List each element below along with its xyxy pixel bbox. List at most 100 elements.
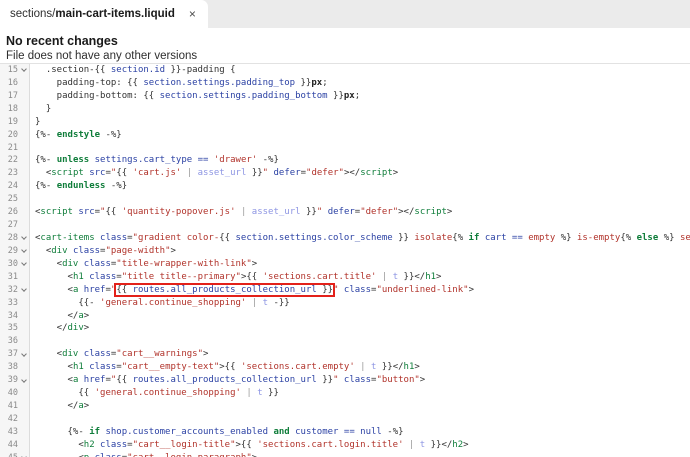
code-line[interactable]: 42 bbox=[0, 413, 690, 426]
line-number: 24 bbox=[7, 181, 18, 192]
code-token: px bbox=[343, 90, 355, 101]
code-line[interactable]: 37 <div class="cart__warnings"> bbox=[0, 348, 690, 361]
code-token: "title title--primary" bbox=[121, 271, 241, 282]
code-line[interactable]: 26 <script src="{{ 'quantity-popover.js' … bbox=[0, 206, 690, 219]
code-token: < bbox=[35, 362, 73, 373]
code-line-text: <div class="cart__warnings"> bbox=[30, 348, 209, 361]
code-line-text: <cart-items class="gradient color-{{ sec… bbox=[30, 232, 690, 245]
code-line[interactable]: 28 <cart-items class="gradient color-{{ s… bbox=[0, 232, 690, 245]
fold-chevron-icon[interactable] bbox=[18, 64, 30, 77]
close-icon[interactable]: × bbox=[189, 8, 196, 20]
code-line[interactable]: 33 {{- 'general.continue_shopping' | t -… bbox=[0, 297, 690, 310]
code-line[interactable]: 35 </div> bbox=[0, 322, 690, 335]
tab-file-name: main-cart-items.liquid bbox=[55, 8, 175, 20]
code-line[interactable]: 27 bbox=[0, 219, 690, 232]
code-line[interactable]: 19} bbox=[0, 116, 690, 129]
line-number: 39 bbox=[7, 375, 18, 386]
code-line[interactable]: 25 bbox=[0, 193, 690, 206]
code-line[interactable]: 23 <script src="{{ 'cart.js' | asset_url… bbox=[0, 167, 690, 180]
line-number: 38 bbox=[7, 362, 18, 373]
code-line[interactable]: 38 <h1 class="cart__empty-text">{{ 'sect… bbox=[0, 361, 690, 374]
code-line[interactable]: 20 {%- endstyle -%} bbox=[0, 129, 690, 142]
fold-chevron-icon[interactable] bbox=[18, 452, 30, 457]
code-line-text: </a> bbox=[30, 310, 90, 323]
code-line[interactable]: 41 </a> bbox=[0, 400, 690, 413]
code-token: 'sections.cart.title' bbox=[262, 271, 377, 282]
code-token: {%- bbox=[35, 155, 57, 166]
code-line[interactable]: 36 bbox=[0, 335, 690, 348]
code-token: }} bbox=[262, 388, 279, 399]
gutter-cell: 35 bbox=[0, 322, 30, 335]
code-line[interactable]: 17 padding-bottom: {{ section.settings.p… bbox=[0, 90, 690, 103]
code-token: -%} bbox=[105, 181, 128, 192]
code-line[interactable]: 29 <div class="page-width"> bbox=[0, 245, 690, 258]
code-line-text: .section-{{ section.id }}-padding { bbox=[30, 64, 236, 77]
code-token: empty bbox=[528, 232, 556, 243]
code-line[interactable]: 21 bbox=[0, 142, 690, 155]
code-line[interactable]: 45 <p class="cart__login-paragraph"> bbox=[0, 452, 690, 457]
fold-chevron-icon[interactable] bbox=[18, 232, 30, 245]
code-token: | bbox=[246, 297, 263, 308]
tab-main-cart-items[interactable]: sections/main-cart-items.liquid × bbox=[0, 0, 208, 28]
code-line[interactable]: 31 <h1 class="title title--primary">{{ '… bbox=[0, 271, 690, 284]
gutter-cell: 18 bbox=[0, 103, 30, 116]
fold-chevron-icon[interactable] bbox=[18, 245, 30, 258]
code-token: padding-top: {{ bbox=[35, 77, 144, 88]
code-line[interactable]: 43 {%- if shop.customer_accounts_enabled… bbox=[0, 426, 690, 439]
code-line[interactable]: 34 </a> bbox=[0, 310, 690, 323]
code-line-text: {{ 'general.continue_shopping' | t }} bbox=[30, 387, 279, 400]
gutter-cell: 36 bbox=[0, 335, 30, 348]
code-line-text: } bbox=[30, 116, 40, 129]
code-token: and bbox=[273, 426, 290, 437]
code-token: is-empty bbox=[571, 232, 621, 243]
code-line-text: <div class="title-wrapper-with-link"> bbox=[30, 258, 258, 271]
code-lines: 15 .section-{{ section.id }}-padding {16… bbox=[0, 64, 690, 457]
code-line[interactable]: 16 padding-top: {{ section.settings.padd… bbox=[0, 77, 690, 90]
code-line-text: <script src="{{ 'quantity-popover.js' | … bbox=[30, 206, 452, 219]
tab-path-prefix: sections/ bbox=[10, 8, 56, 20]
code-token: "title-wrapper-with-link" bbox=[116, 258, 252, 269]
gutter-cell: 26 bbox=[0, 206, 30, 219]
line-number: 23 bbox=[7, 168, 18, 179]
code-line[interactable]: 22 {%- unless settings.cart_type == 'draw… bbox=[0, 154, 690, 167]
code-token: ></ bbox=[398, 207, 415, 218]
code-token: < bbox=[35, 168, 52, 179]
gutter-cell: 20 bbox=[0, 129, 30, 142]
code-line[interactable]: 40 {{ 'general.continue_shopping' | t }} bbox=[0, 387, 690, 400]
fold-chevron-icon[interactable] bbox=[18, 348, 30, 361]
gutter-cell: 27 bbox=[0, 219, 30, 232]
code-line[interactable]: 30 <div class="title-wrapper-with-link"> bbox=[0, 258, 690, 271]
code-line-text: } bbox=[30, 103, 51, 116]
code-line[interactable]: 32 <a href="{{ routes.all_products_colle… bbox=[0, 282, 690, 297]
fold-chevron-icon[interactable] bbox=[18, 374, 30, 387]
code-token: 'drawer' bbox=[213, 155, 258, 166]
line-number: 32 bbox=[7, 284, 18, 295]
gutter-cell: 39 bbox=[0, 374, 30, 387]
code-line-text: <a href="{{ routes.all_products_collecti… bbox=[30, 282, 474, 297]
code-token: -%} bbox=[381, 426, 404, 437]
code-editor[interactable]: 15 .section-{{ section.id }}-padding {16… bbox=[0, 64, 690, 457]
code-token: class bbox=[83, 349, 111, 360]
line-number: 31 bbox=[7, 271, 18, 282]
code-token: }} bbox=[327, 90, 344, 101]
code-token: asset_url bbox=[197, 168, 247, 179]
gutter-cell: 30 bbox=[0, 258, 30, 271]
line-number: 25 bbox=[7, 194, 18, 205]
code-token: < bbox=[35, 284, 73, 295]
code-token: {%- bbox=[35, 181, 57, 192]
fold-chevron-icon[interactable] bbox=[18, 284, 30, 297]
code-token: > bbox=[83, 310, 90, 321]
code-line[interactable]: 18 } bbox=[0, 103, 690, 116]
code-line[interactable]: 44 <h2 class="cart__login-title">{{ 'sec… bbox=[0, 439, 690, 452]
code-line[interactable]: 24 {%- endunless -%} bbox=[0, 180, 690, 193]
code-line[interactable]: 39 <a href="{{ routes.all_products_colle… bbox=[0, 374, 690, 387]
code-line[interactable]: 15 .section-{{ section.id }}-padding { bbox=[0, 64, 690, 77]
code-token: {{- bbox=[35, 297, 101, 308]
code-token: "gradient color- bbox=[132, 232, 220, 243]
gutter-cell: 43 bbox=[0, 426, 30, 439]
gutter-cell: 32 bbox=[0, 284, 30, 297]
fold-chevron-icon[interactable] bbox=[18, 258, 30, 271]
